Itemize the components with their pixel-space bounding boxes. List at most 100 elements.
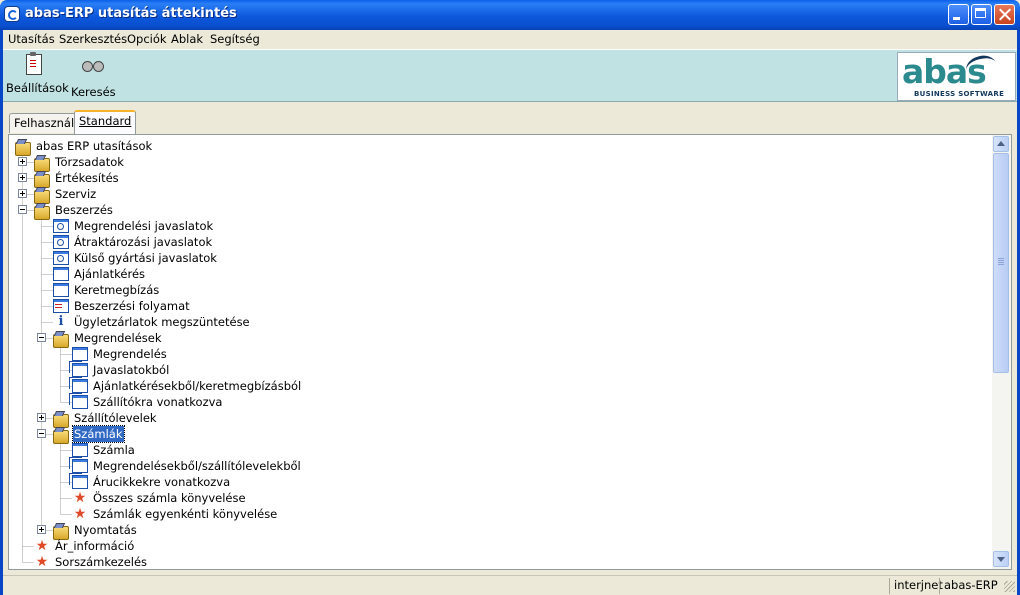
menu-segitseg[interactable]: Segítség (208, 31, 262, 47)
tree-item[interactable]: Keretmegbízás (9, 282, 969, 298)
multi-form-icon (69, 473, 88, 489)
expand-icon[interactable] (37, 413, 46, 422)
tree-item-label: Szállítókra vonatkozva (93, 395, 223, 409)
tree-item[interactable]: Számlák (9, 425, 969, 444)
tree-item-label: Beszerzési folyamat (74, 299, 190, 313)
settings-button[interactable]: Beállítások (6, 52, 69, 95)
binoculars-icon (81, 58, 104, 82)
tree-item[interactable]: i Ügyletzárlatok megszüntetése (9, 314, 969, 330)
tree-item[interactable]: Értékesítés (9, 170, 969, 188)
star-icon: ★ (35, 554, 49, 569)
tree-item-label: Megrendelésekből/szállítólevelekből (93, 459, 301, 473)
list-form-icon (53, 299, 69, 313)
collapse-icon[interactable] (37, 429, 46, 438)
scroll-thumb[interactable] (993, 153, 1009, 373)
tree-item-label: Törzsadatok (55, 155, 124, 169)
tree-item-label: Sorszámkezelés (55, 555, 148, 569)
star-icon: ★ (73, 490, 87, 506)
tree-item[interactable]: ★ Ár_információ (9, 538, 969, 554)
tree-item[interactable]: Megrendelések (9, 330, 969, 348)
minimize-button[interactable] (948, 4, 969, 25)
expand-icon[interactable] (18, 173, 27, 182)
tree-item[interactable]: Megrendelési javaslatok (9, 218, 969, 234)
search-form-icon (53, 235, 69, 249)
form-icon (53, 267, 69, 281)
close-button[interactable] (994, 4, 1015, 25)
status-bar: interjnet abas-ERP (3, 575, 1017, 595)
menu-ablak[interactable]: Ablak (169, 31, 205, 47)
tree-item-label: Ajánlatkérés (74, 267, 146, 281)
search-form-icon (53, 251, 69, 265)
search-label: Keresés (71, 85, 116, 99)
tree-item-label: Ügyletzárlatok megszüntetése (74, 315, 250, 329)
tree-item-label: Átraktározási javaslatok (74, 235, 213, 249)
tab-standard-label: Standard (79, 114, 132, 128)
tree-item[interactable]: Ajánlatkérésekből/keretmegbízásból (9, 377, 969, 394)
search-form-icon (53, 219, 69, 233)
tree-item-label: Szállítólevelek (74, 411, 157, 425)
tree-item[interactable]: Szállítókra vonatkozva (9, 393, 969, 410)
info-icon: i (58, 314, 64, 329)
multi-form-icon (69, 361, 88, 377)
tree-item[interactable]: Szállítólevelek (9, 410, 969, 428)
command-tree[interactable]: abas ERP utasítások Törzsadatok Értékesíté… (9, 135, 992, 569)
tree-item-label: Ár_információ (55, 539, 135, 553)
tree-item-label: Összes számla könyvelése (93, 491, 246, 505)
form-icon (72, 347, 88, 361)
expand-icon[interactable] (18, 157, 27, 166)
tree-item[interactable]: Törzsadatok (9, 154, 969, 172)
maximize-button[interactable] (971, 4, 992, 25)
tab-strip: Felhasználó Standard (3, 103, 1017, 134)
star-icon: ★ (73, 506, 87, 522)
tree-item[interactable]: Külső gyártási javaslatok (9, 250, 969, 266)
tree-item[interactable]: Számla (9, 442, 969, 458)
multi-form-icon (69, 457, 88, 473)
scroll-up-button[interactable] (993, 136, 1009, 152)
app-icon[interactable] (5, 7, 19, 21)
expand-icon[interactable] (37, 525, 46, 534)
tree-item-label: Árucikkekre vonatkozva (93, 475, 231, 489)
tree-item-label: Számlák (72, 425, 125, 443)
form-icon (53, 283, 69, 297)
tree-item[interactable]: Megrendelés (9, 346, 969, 362)
tree-item[interactable]: Megrendelésekből/szállítólevelekből (9, 457, 969, 474)
vertical-scrollbar[interactable] (992, 135, 1011, 569)
tree-item[interactable]: ★ Sorszámkezelés (9, 554, 969, 569)
tree-item[interactable]: Beszerzési folyamat (9, 298, 969, 314)
form-icon (72, 443, 88, 457)
collapse-icon[interactable] (37, 333, 46, 342)
tree-item[interactable]: Beszerzés (9, 202, 969, 220)
scroll-down-button[interactable] (993, 551, 1009, 567)
tree-item[interactable]: Nyomtatás (9, 522, 969, 540)
tree-item[interactable]: Ajánlatkérés (9, 266, 969, 282)
window-title: abas-ERP utasítás áttekintés (25, 6, 237, 21)
tree-item[interactable]: Átraktározási javaslatok (9, 234, 969, 250)
tree-item-label: Számlák egyenkénti könyvelése (93, 507, 278, 521)
tree-item-label: Számla (93, 443, 135, 457)
command-tree-panel: abas ERP utasítások Törzsadatok Értékesíté… (8, 134, 1012, 570)
search-button[interactable]: Keresés (71, 53, 116, 99)
menu-utasitas[interactable]: Utasítás (6, 31, 57, 47)
menu-opciok[interactable]: Opciók (125, 31, 169, 47)
tree-item[interactable]: Javaslatokból (9, 361, 969, 378)
tree-item-label: Megrendelés (93, 347, 167, 361)
tree-item[interactable]: ★ Összes számla könyvelése (9, 490, 969, 506)
status-app: abas-ERP (939, 578, 1002, 594)
tree-item-label: Értékesítés (55, 171, 119, 185)
expand-icon[interactable] (18, 189, 27, 198)
resize-grip[interactable] (1004, 581, 1015, 592)
menu-szerkesztes[interactable]: Szerkesztés (57, 31, 129, 47)
tree-item-label: abas ERP utasítások (36, 139, 153, 153)
settings-label: Beállítások (6, 81, 69, 95)
tree-item[interactable]: Szerviz (9, 186, 969, 204)
tree-item[interactable]: abas ERP utasítások (9, 138, 969, 156)
multi-form-icon (69, 377, 88, 393)
tab-felhasznalo-label: Felhasználó (14, 116, 82, 130)
collapse-icon[interactable] (18, 205, 27, 214)
tree-item[interactable]: ★ Számlák egyenkénti könyvelése (9, 506, 969, 522)
tree-item-label: Megrendelési javaslatok (74, 219, 214, 233)
tab-standard[interactable]: Standard (74, 110, 137, 134)
menu-bar: Utasítás Szerkesztés Opciók Ablak Segíts… (3, 30, 1017, 49)
tree-item-label: Javaslatokból (93, 363, 170, 377)
tree-item[interactable]: Árucikkekre vonatkozva (9, 473, 969, 490)
